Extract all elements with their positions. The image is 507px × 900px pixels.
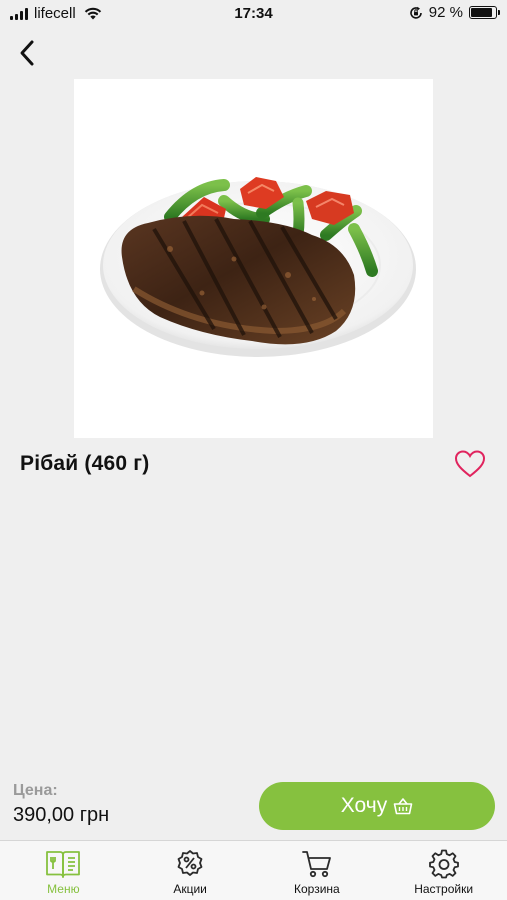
tab-promotions-label: Акции <box>173 882 207 896</box>
tab-cart-label: Корзина <box>294 882 340 896</box>
basket-icon <box>393 798 413 815</box>
discount-icon <box>177 850 203 876</box>
battery-percent: 92 % <box>428 4 463 21</box>
battery-level <box>471 8 492 17</box>
want-button-label: Хочу <box>340 794 388 817</box>
back-button[interactable] <box>12 36 42 70</box>
battery-icon <box>469 6 500 19</box>
product-title: Рібай (460 г) <box>20 452 150 475</box>
tab-cart[interactable]: Корзина <box>254 841 381 900</box>
screen: lifecell 17:34 92 % Рібай (460 г) Цена: … <box>0 0 507 900</box>
product-image <box>74 79 433 438</box>
tab-settings[interactable]: Настройки <box>380 841 507 900</box>
want-button[interactable]: Хочу <box>259 782 495 830</box>
orientation-lock-icon <box>410 6 422 19</box>
status-bar: lifecell 17:34 92 % <box>0 0 507 28</box>
status-right: 92 % <box>409 4 500 21</box>
heart-icon <box>454 450 486 478</box>
tab-menu-label: Меню <box>47 882 80 896</box>
chevron-left-icon <box>20 40 34 66</box>
menu-book-icon <box>46 851 81 878</box>
gear-icon <box>428 849 459 879</box>
price-label: Цена: <box>13 782 58 799</box>
tab-promotions[interactable]: Акции <box>127 841 254 900</box>
tab-bar: Меню Акции Корзина Настройки <box>0 840 507 900</box>
ribeye-steak-plate-image <box>100 177 416 357</box>
price-value: 390,00 грн <box>13 804 110 826</box>
favorite-button[interactable] <box>454 449 486 479</box>
tab-settings-label: Настройки <box>414 882 474 896</box>
cart-icon <box>301 851 331 878</box>
tab-menu[interactable]: Меню <box>0 841 127 900</box>
